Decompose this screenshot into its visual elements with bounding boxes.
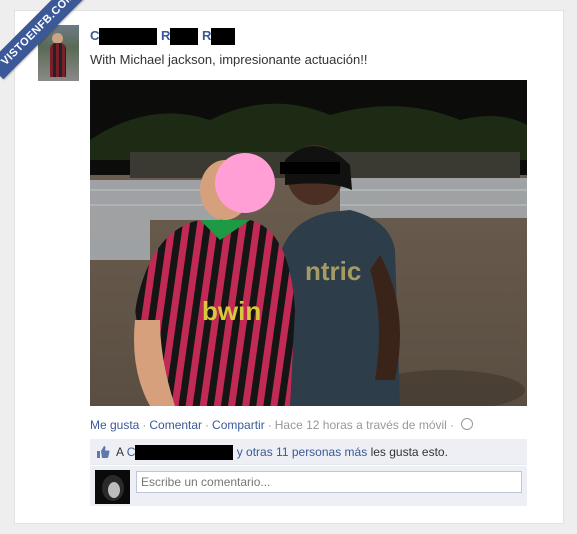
comment-input[interactable] [136, 471, 522, 493]
likes-bar: A C y otras 11 personas más les gusta es… [90, 439, 527, 465]
redacted-block [170, 28, 199, 46]
others-like-link[interactable]: y otras 11 personas más [237, 445, 368, 459]
separator: · [205, 418, 210, 432]
author-initial-3: R [202, 28, 212, 43]
thumbs-up-icon [97, 446, 110, 458]
comment-link[interactable]: Comentar [149, 418, 202, 432]
comment-composer [90, 466, 527, 506]
separator: · [142, 418, 147, 432]
commenter-avatar-image [95, 470, 130, 504]
separator: · [267, 418, 272, 432]
share-link[interactable]: Compartir [212, 418, 265, 432]
post-actions: Me gusta · Comentar · Compartir · Hace 12 hora… [90, 418, 473, 432]
redacted-block [99, 28, 158, 46]
author-name[interactable]: C R R [90, 28, 236, 46]
photo-illustration: ntric bwin [90, 80, 527, 406]
post-timestamp[interactable]: Hace 12 horas a través de móvil [275, 418, 447, 432]
redacted-block [211, 28, 236, 46]
commenter-avatar [95, 470, 130, 504]
liker-initial: C [126, 445, 136, 459]
redacted-block [135, 445, 234, 461]
like-link[interactable]: Me gusta [90, 418, 139, 432]
likes-prefix: A [116, 445, 124, 459]
likes-suffix: les gusta esto. [370, 445, 448, 459]
svg-text:bwin: bwin [202, 296, 261, 326]
liker-name-link[interactable]: C [126, 445, 234, 461]
svg-text:ntric: ntric [305, 256, 361, 286]
face-blur [215, 153, 275, 213]
separator: · [449, 418, 454, 432]
author-initial-1: C [90, 28, 100, 43]
avatar-figure [50, 43, 66, 77]
globe-icon[interactable] [460, 418, 473, 430]
author-initial-2: R [161, 28, 171, 43]
post-photo[interactable]: ntric bwin [90, 80, 527, 406]
post-text: With Michael jackson, impresionante actu… [90, 52, 368, 67]
